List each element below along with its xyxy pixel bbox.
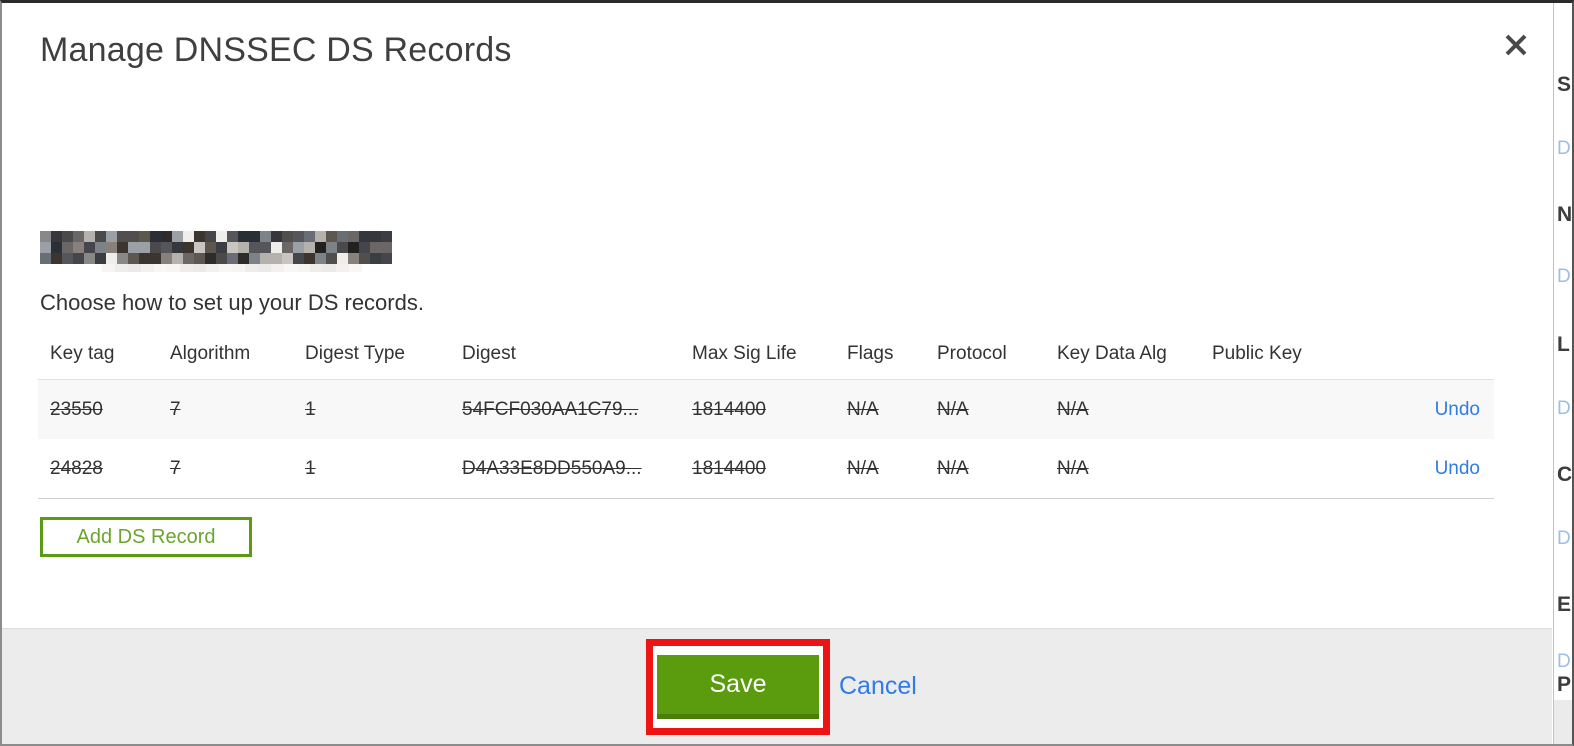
cell-max-sig-life: 1814400 <box>692 398 766 420</box>
column-header-key-data-alg: Key Data Alg <box>1057 342 1167 364</box>
background-page-strip: SDNDLDCDEDP <box>1553 3 1572 744</box>
instruction-text: Choose how to set up your DS records. <box>40 290 424 315</box>
background-page-footer <box>1554 700 1572 744</box>
column-header-public-key: Public Key <box>1212 342 1302 364</box>
cell-key-tag: 24828 <box>50 457 103 479</box>
table-header-row: Key tag Algorithm Digest Type Digest Max Sig… <box>38 328 1494 380</box>
background-text-fragment: D <box>1557 138 1571 159</box>
cell-protocol: N/A <box>937 457 969 479</box>
ds-records-table: Key tag Algorithm Digest Type Digest Max Sig… <box>38 328 1494 499</box>
annotation-highlight-box: Save <box>646 639 830 735</box>
cell-digest-type: 1 <box>305 398 316 420</box>
undo-cell: Undo <box>1362 399 1494 421</box>
column-header-digest: Digest <box>462 342 516 364</box>
cell-key-data-alg: N/A <box>1057 398 1089 420</box>
undo-link[interactable]: Undo <box>1435 399 1480 420</box>
table-row: 23550 7 1 54FCF030AA1C79... 1814400 N/A N/A N/A… <box>38 380 1494 439</box>
cell-digest-type: 1 <box>305 457 316 479</box>
background-text-fragment: D <box>1557 266 1571 287</box>
column-header-algorithm: Algorithm <box>170 342 251 364</box>
background-text-fragment: S <box>1557 73 1572 96</box>
background-text-fragment: L <box>1557 333 1570 356</box>
cell-max-sig-life: 1814400 <box>692 457 766 479</box>
cell-protocol: N/A <box>937 398 969 420</box>
background-text-fragment: C <box>1557 463 1572 486</box>
undo-link[interactable]: Undo <box>1435 458 1480 479</box>
redacted-domain-name <box>40 231 392 264</box>
background-text-fragment: D <box>1557 651 1571 672</box>
dnssec-modal-window: Manage DNSSEC DS Records Choose how to s… <box>0 0 1574 746</box>
cell-algorithm: 7 <box>170 398 181 420</box>
close-x-glyph <box>1505 34 1527 56</box>
column-header-flags: Flags <box>847 342 894 364</box>
table-body: 23550 7 1 54FCF030AA1C79... 1814400 N/A N/A N/A… <box>38 380 1494 499</box>
add-ds-record-button[interactable]: Add DS Record <box>40 517 252 557</box>
background-text-fragment: N <box>1557 203 1572 226</box>
cancel-link[interactable]: Cancel <box>839 672 917 701</box>
cell-key-tag: 23550 <box>50 398 103 420</box>
table-row: 24828 7 1 D4A33E8DD550A9... 1814400 N/A N/A N/A… <box>38 439 1494 498</box>
redacted-domain-artifact <box>102 264 362 272</box>
background-text-fragment: D <box>1557 528 1571 549</box>
cell-flags: N/A <box>847 398 879 420</box>
save-button[interactable]: Save <box>657 655 819 719</box>
close-icon[interactable] <box>1500 29 1532 61</box>
column-header-key-tag: Key tag <box>50 342 115 364</box>
background-text-fragment: E <box>1557 593 1572 616</box>
cell-algorithm: 7 <box>170 457 181 479</box>
column-header-protocol: Protocol <box>937 342 1007 364</box>
cell-digest: D4A33E8DD550A9... <box>462 457 642 479</box>
background-text-fragment: P <box>1557 673 1572 696</box>
page-title: Manage DNSSEC DS Records <box>40 31 512 69</box>
modal-footer: Save Cancel <box>2 628 1552 744</box>
undo-cell: Undo <box>1362 458 1494 480</box>
background-text-fragment: D <box>1557 398 1571 419</box>
cell-flags: N/A <box>847 457 879 479</box>
cell-key-data-alg: N/A <box>1057 457 1089 479</box>
column-header-digest-type: Digest Type <box>305 342 405 364</box>
cell-digest: 54FCF030AA1C79... <box>462 398 639 420</box>
column-header-max-sig-life: Max Sig Life <box>692 342 797 364</box>
